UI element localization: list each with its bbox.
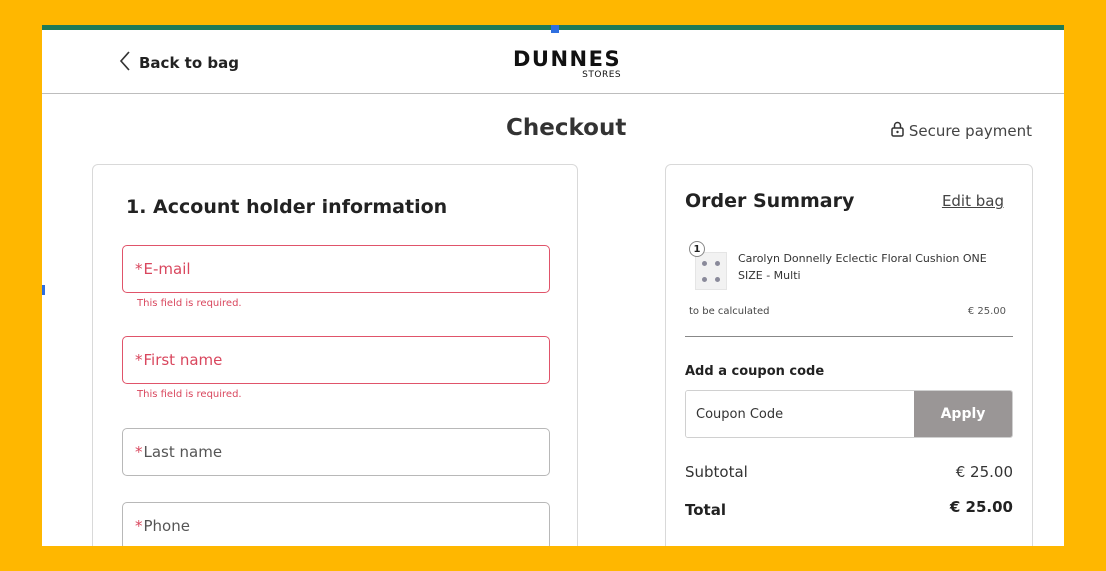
first-name-field-label: First name <box>143 351 223 369</box>
order-summary-card: Order Summary Edit bag 1 Carolyn Donnell… <box>665 164 1033 546</box>
order-summary-title: Order Summary <box>685 190 855 212</box>
selection-marker-left <box>42 285 45 295</box>
thumbnail-pattern <box>715 261 720 266</box>
required-marker: * <box>135 260 143 278</box>
dunnes-logo[interactable]: DUNNES STORES <box>513 48 621 80</box>
email-field[interactable]: * E-mail <box>122 245 550 293</box>
coupon-label: Add a coupon code <box>685 364 825 379</box>
email-field-label: E-mail <box>143 260 191 278</box>
account-holder-card: 1. Account holder information * E-mail T… <box>92 164 578 546</box>
apply-coupon-button[interactable]: Apply <box>914 391 1012 437</box>
product-thumbnail[interactable] <box>695 252 727 290</box>
back-to-bag-label: Back to bag <box>139 54 239 72</box>
site-header: Back to bag DUNNES STORES <box>42 30 1064 94</box>
thumbnail-pattern <box>715 277 720 282</box>
first-name-error-message: This field is required. <box>137 389 242 400</box>
shipping-label: to be calculated <box>689 306 770 317</box>
coupon-form: Apply <box>685 390 1013 438</box>
last-name-field-label: Last name <box>143 443 223 461</box>
secure-payment-label: Secure payment <box>908 122 1032 140</box>
required-marker: * <box>135 443 143 461</box>
back-to-bag-link[interactable]: Back to bag <box>119 50 239 76</box>
item-price: € 25.00 <box>967 306 1006 317</box>
edit-bag-link[interactable]: Edit bag <box>942 192 1004 210</box>
subtotal-value: € 25.00 <box>955 463 1013 481</box>
logo-sub-text: STORES <box>582 70 622 80</box>
chevron-left-icon <box>119 50 131 76</box>
page-title: Checkout <box>506 115 627 141</box>
quantity-badge: 1 <box>689 241 705 257</box>
lock-icon <box>891 121 904 141</box>
account-section-title: 1. Account holder information <box>126 196 448 218</box>
total-label: Total <box>685 501 726 519</box>
coupon-code-input[interactable] <box>686 391 915 437</box>
checkout-page: Back to bag DUNNES STORES Checkout Secur… <box>42 25 1064 546</box>
thumbnail-pattern <box>702 277 707 282</box>
last-name-field[interactable]: * Last name <box>122 428 550 476</box>
email-error-message: This field is required. <box>137 298 242 309</box>
phone-field[interactable]: * Phone <box>122 502 550 546</box>
phone-field-label: Phone <box>143 517 190 535</box>
product-name: Carolyn Donnelly Eclectic Floral Cushion… <box>738 252 987 282</box>
thumbnail-pattern <box>702 261 707 266</box>
subtotal-label: Subtotal <box>685 463 748 481</box>
total-value: € 25.00 <box>949 498 1013 516</box>
required-marker: * <box>135 517 143 535</box>
secure-payment-badge: Secure payment <box>891 121 1032 141</box>
required-marker: * <box>135 351 143 369</box>
logo-main-text: DUNNES <box>513 47 622 71</box>
first-name-field[interactable]: * First name <box>122 336 550 384</box>
divider <box>685 336 1013 337</box>
